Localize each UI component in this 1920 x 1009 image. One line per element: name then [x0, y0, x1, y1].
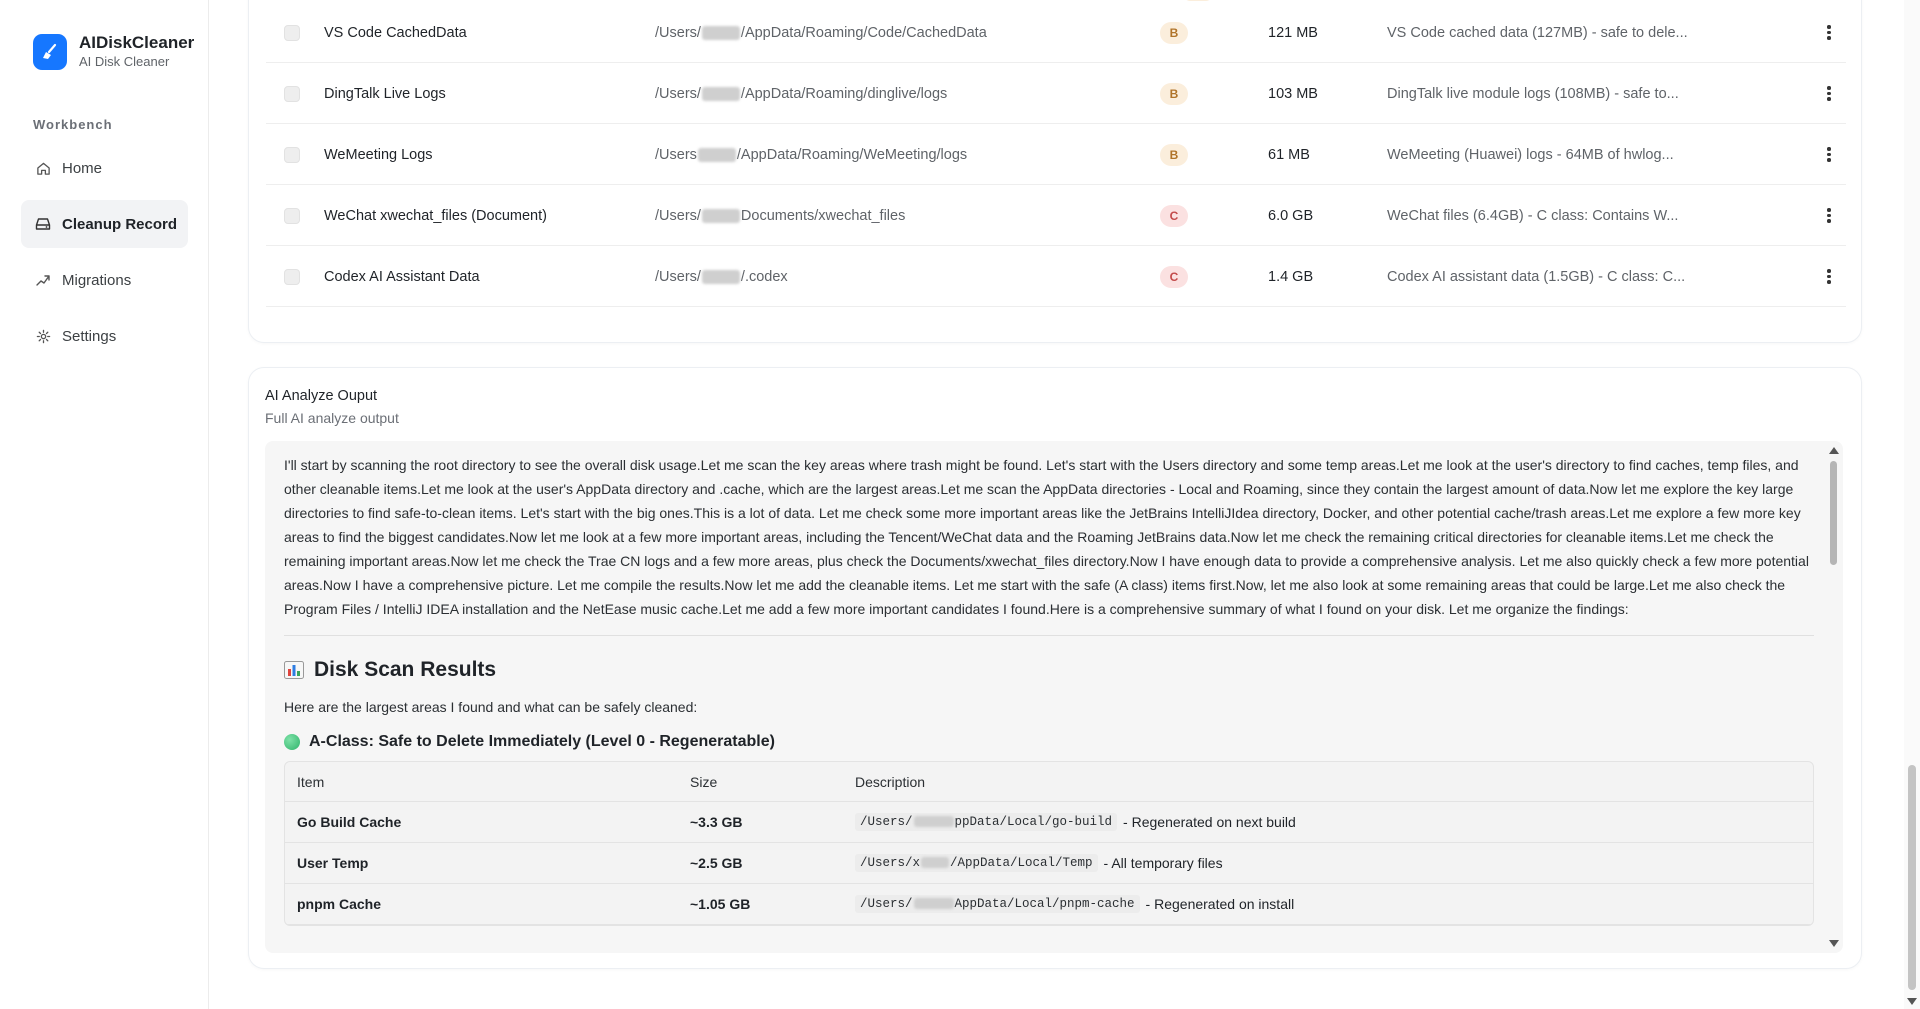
sidebar-item-label: Settings	[62, 327, 117, 345]
record-size: 6.0 GB	[1268, 207, 1314, 224]
more-options-icon[interactable]	[1819, 246, 1839, 307]
page-scroll-down-icon[interactable]	[1907, 998, 1917, 1005]
table-row: Go Build Cache ~3.3 GB /Users/ppData/Loc…	[285, 802, 1813, 843]
item-size: ~2.5 GB	[690, 855, 743, 871]
record-name: WeMeeting Logs	[324, 146, 433, 163]
table-row[interactable]: WeMeeting Logs /Users/AppData/Roaming/We…	[266, 124, 1846, 185]
bar-chart-icon	[284, 661, 304, 679]
more-options-icon[interactable]	[1819, 185, 1839, 246]
class-badge: C	[1160, 246, 1188, 307]
table-row[interactable]: VS Code CachedData /Users//AppData/Roami…	[266, 2, 1846, 63]
sidebar-item-cleanup-record[interactable]: Cleanup Record	[21, 200, 188, 248]
broom-icon	[33, 34, 67, 70]
record-name: VS Code CachedData	[324, 24, 467, 41]
ai-output-card: AI Analyze Ouput Full AI analyze output …	[248, 367, 1862, 969]
item-name: pnpm Cache	[297, 896, 382, 912]
record-size: 121 MB	[1268, 24, 1318, 41]
scroll-down-icon[interactable]	[1829, 940, 1839, 947]
output-paragraph: I'll start by scanning the root director…	[284, 457, 1809, 617]
sidebar-item-settings[interactable]: Settings	[21, 312, 188, 360]
gear-icon	[35, 328, 51, 344]
cleanup-record-table: VS Code CachedData /Users//AppData/Roami…	[248, 0, 1862, 343]
table-row[interactable]: WeChat xwechat_files (Document) /Users/D…	[266, 185, 1846, 246]
class-badge: B	[1160, 2, 1188, 63]
more-options-icon[interactable]	[1819, 2, 1839, 63]
output-scroll-area[interactable]: I'll start by scanning the root director…	[265, 441, 1843, 953]
item-description: /Users/x/AppData/Local/Temp - All tempora…	[845, 854, 1813, 872]
output-subtitle: Full AI analyze output	[265, 410, 399, 426]
item-size: ~1.05 GB	[690, 896, 751, 912]
app-name: AIDiskCleaner	[79, 33, 195, 52]
header-size: Size	[690, 773, 718, 790]
record-path: /Users/Documents/xwechat_files	[655, 207, 906, 224]
more-options-icon[interactable]	[1819, 63, 1839, 124]
sidebar-item-home[interactable]: Home	[21, 144, 188, 192]
results-intro: Here are the largest areas I found and w…	[284, 699, 698, 715]
record-description: WeChat files (6.4GB) - C class: Contains…	[1387, 207, 1679, 224]
output-title: AI Analyze Ouput	[265, 388, 378, 404]
record-name: Codex AI Assistant Data	[324, 268, 480, 285]
header-description: Description	[855, 773, 926, 790]
record-description: Codex AI assistant data (1.5GB) - C clas…	[1387, 268, 1686, 285]
main-content: VS Code CachedData /Users//AppData/Roami…	[210, 0, 1900, 1009]
page-scroll-thumb[interactable]	[1908, 765, 1916, 990]
row-checkbox[interactable]	[284, 63, 300, 124]
sidebar: AIDiskCleaner AI Disk Cleaner Workbench …	[0, 0, 209, 1009]
row-checkbox[interactable]	[284, 124, 300, 185]
record-description: VS Code cached data (127MB) - safe to de…	[1387, 24, 1688, 41]
record-description: DingTalk live module logs (108MB) - safe…	[1387, 85, 1679, 102]
table-row: User Temp ~2.5 GB /Users/x/AppData/Local…	[285, 843, 1813, 884]
app-subtitle: AI Disk Cleaner	[79, 54, 170, 69]
divider	[284, 635, 1814, 636]
page-scrollbar[interactable]	[1904, 0, 1920, 1009]
record-path: /Users/AppData/Roaming/WeMeeting/logs	[655, 146, 968, 163]
class-badge: B	[1160, 63, 1188, 124]
item-name: User Temp	[297, 855, 369, 871]
table-row[interactable]: Codex AI Assistant Data /Users//.codex C…	[266, 246, 1846, 307]
table-header: Item Size Description	[285, 762, 1813, 802]
sidebar-item-label: Home	[62, 159, 103, 177]
row-checkbox[interactable]	[284, 2, 300, 63]
results-heading: Disk Scan Results	[284, 658, 1814, 682]
scroll-thumb[interactable]	[1830, 461, 1837, 565]
record-size: 61 MB	[1268, 146, 1310, 163]
record-name: DingTalk Live Logs	[324, 85, 446, 102]
a-class-table: Item Size Description Go Build Cache ~3.…	[284, 761, 1814, 926]
table-row[interactable]: DingTalk Live Logs /Users//AppData/Roami…	[266, 63, 1846, 124]
sidebar-item-label: Cleanup Record	[62, 215, 178, 233]
record-path: /Users//AppData/Roaming/Code/CachedData	[655, 24, 987, 41]
scroll-up-icon[interactable]	[1829, 447, 1839, 454]
record-size: 103 MB	[1268, 85, 1318, 102]
hard-drive-icon	[35, 216, 51, 232]
sidebar-item-label: Migrations	[62, 271, 132, 289]
sidebar-item-migrations[interactable]: Migrations	[21, 256, 188, 304]
class-badge: B	[1160, 124, 1188, 185]
green-circle-icon	[284, 734, 300, 750]
item-description: /Users/ppData/Local/go-build - Regenerate…	[845, 813, 1813, 831]
record-name: WeChat xwechat_files (Document)	[324, 207, 547, 224]
output-scrollbar[interactable]	[1827, 447, 1839, 947]
item-description: /Users/AppData/Local/pnpm-cache - Regener…	[845, 895, 1813, 913]
more-options-icon[interactable]	[1819, 124, 1839, 185]
record-size: 1.4 GB	[1268, 268, 1314, 285]
table-row: pnpm Cache ~1.05 GB /Users/AppData/Local…	[285, 884, 1813, 925]
record-path: /Users//.codex	[655, 268, 788, 285]
class-badge: C	[1160, 185, 1188, 246]
record-path: /Users//AppData/Roaming/dinglive/logs	[655, 85, 948, 102]
brand: AIDiskCleaner AI Disk Cleaner	[33, 33, 194, 71]
item-name: Go Build Cache	[297, 814, 402, 830]
section-label: Workbench	[33, 117, 113, 132]
badge-partial	[1184, 0, 1212, 1]
a-class-heading: A-Class: Safe to Delete Immediately (Lev…	[284, 733, 1814, 751]
home-icon	[35, 160, 51, 176]
row-checkbox[interactable]	[284, 185, 300, 246]
row-checkbox[interactable]	[284, 246, 300, 307]
item-size: ~3.3 GB	[690, 814, 743, 830]
record-description: WeMeeting (Huawei) logs - 64MB of hwlog.…	[1387, 146, 1674, 163]
header-item: Item	[297, 773, 325, 790]
migration-icon	[35, 272, 51, 288]
